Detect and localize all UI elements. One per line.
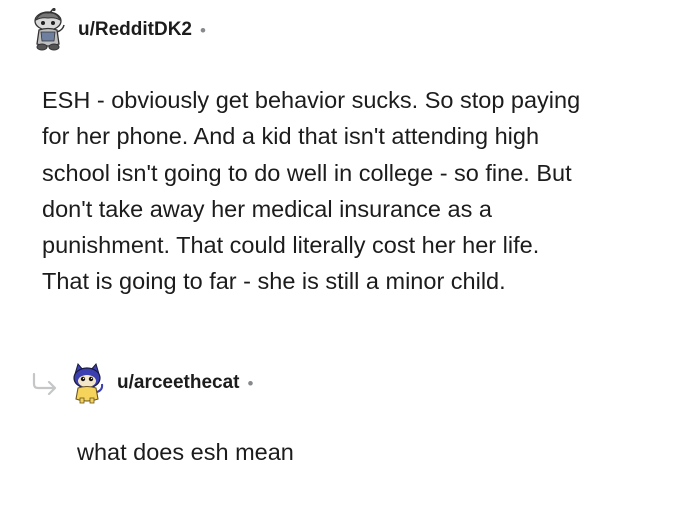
reddit-snoo-avatar-icon[interactable] [28, 8, 68, 52]
comment-username[interactable]: u/RedditDK2 [78, 19, 192, 41]
comment-body-line: ESH - obviously get behavior sucks. So s… [42, 87, 581, 113]
meta-separator: • [247, 373, 254, 393]
comment-header: u/RedditDK2 • [28, 8, 206, 52]
comment-body-line: don't take away her medical insurance as… [42, 195, 492, 222]
comment-body-line: school isn't going to do well in college… [42, 159, 572, 186]
reply-header: u/arceethecat • [68, 362, 253, 404]
cat-avatar-icon[interactable] [68, 362, 106, 404]
meta-separator: • [200, 20, 206, 40]
comment-body-line: That is going to far - she is still a mi… [42, 268, 506, 295]
reply-username[interactable]: u/arceethecat [117, 372, 240, 394]
comment-body-line: for her phone. And a kid that isn't atte… [42, 123, 540, 150]
comment-body-line: punishment. That could literally cost he… [42, 232, 540, 259]
reply-body: what does esh mean [77, 439, 294, 465]
comment-body: ESH - obviously get behavior sucks. So s… [42, 82, 682, 300]
reply-arrow-icon [32, 372, 57, 396]
